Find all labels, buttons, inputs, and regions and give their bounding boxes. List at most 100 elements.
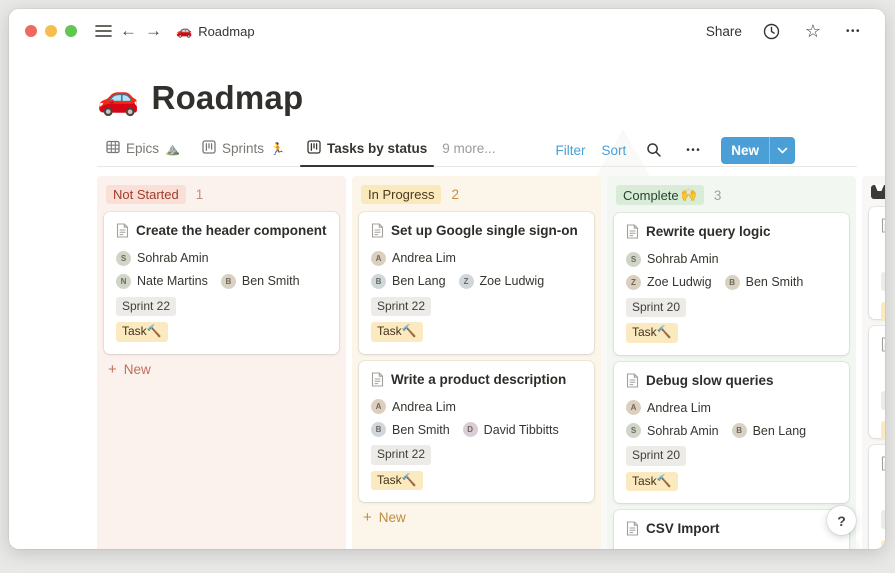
task-tag-badge[interactable]: Task🔨 (371, 470, 423, 491)
page-icon (881, 217, 885, 238)
board-column-clipped (862, 176, 885, 549)
sprint-row (881, 390, 885, 415)
tab-emoji: ⛰️ (165, 141, 180, 156)
card-title-text: CSV Import (646, 521, 720, 537)
sprint-row: Sprint 22 (371, 296, 582, 317)
share-button[interactable]: Share (706, 24, 742, 39)
sprint-badge[interactable]: Sprint 22 (371, 445, 432, 465)
avatar: Z (458, 273, 474, 289)
help-button[interactable]: ? (827, 506, 856, 535)
card-title: Debug slow queries (626, 372, 837, 393)
back-icon[interactable]: ← (116, 19, 141, 43)
add-card-label: New (123, 361, 151, 377)
column-header: Not Started 1 (104, 183, 339, 212)
search-icon[interactable] (642, 140, 666, 160)
assignee-row: A Andrea Lim (371, 399, 582, 415)
history-clock-icon[interactable] (759, 21, 784, 42)
person-chip[interactable]: Z Zoe Ludwig (626, 274, 712, 290)
board-column-complete: Complete 🙌 3 Rewrite query logic S Sohrab Ami… (607, 176, 856, 549)
sprint-badge[interactable]: Sprint 20 (626, 446, 687, 466)
tab-sprints[interactable]: Sprints 🏃 (193, 134, 294, 166)
board-icon (307, 140, 321, 157)
task-card[interactable]: Debug slow queries A Andrea Lim S Sohrab Ami… (614, 361, 849, 504)
filter-button[interactable]: Filter (555, 143, 585, 158)
minimize-window-button[interactable] (45, 25, 57, 37)
task-tag-badge[interactable]: Task🔨 (116, 322, 168, 342)
sprint-badge[interactable]: Sprint 22 (371, 296, 432, 317)
task-card[interactable]: Create the header component S Sohrab Amin N… (104, 212, 339, 354)
person-chip[interactable]: S Sohrab Amin (116, 250, 209, 266)
assignee-row: A Andrea Lim (371, 250, 582, 266)
tab-tasks-by-status[interactable]: Tasks by status (298, 134, 436, 167)
status-badge[interactable]: In Progress (361, 185, 442, 204)
person-chip[interactable]: S Sohrab Amin (626, 251, 719, 267)
sort-button[interactable]: Sort (601, 143, 626, 158)
favorite-star-icon[interactable]: ☆ (801, 20, 825, 42)
breadcrumb[interactable]: 🚗 Roadmap (176, 23, 255, 39)
person-name: Andrea Lim (392, 399, 456, 414)
card-title: Write a product description (371, 371, 582, 392)
person-chip[interactable]: A Andrea Lim (371, 250, 456, 266)
task-tag-badge[interactable]: Task🔨 (371, 322, 423, 342)
person-chip[interactable]: B Ben Smith (724, 274, 803, 290)
assignee-row: B Ben Lang Z Zoe Ludwig (371, 273, 582, 289)
task-card[interactable] (869, 326, 885, 440)
chevron-down-icon[interactable] (770, 147, 795, 154)
avatar: D (462, 422, 478, 438)
person-name: Ben Smith (392, 422, 450, 437)
task-card[interactable] (869, 445, 885, 549)
close-window-button[interactable] (25, 25, 37, 37)
more-views-button[interactable]: 9 more... (436, 135, 501, 165)
person-chip[interactable]: B Ben Lang (371, 273, 446, 289)
assignee-row: Z Zoe Ludwig B Ben Smith (626, 274, 837, 290)
task-card[interactable] (869, 207, 885, 321)
tag-row: Task🔨 (371, 470, 582, 491)
task-card[interactable]: Write a product description A Andrea Lim B B… (359, 360, 594, 503)
task-card[interactable]: CSV ImportAAndrea LimBBen LangZZoe Ludwi… (614, 510, 849, 549)
add-card-button[interactable]: + New (104, 354, 339, 382)
table-icon (106, 140, 120, 157)
page-emoji-car[interactable]: 🚗 (97, 81, 140, 115)
avatar: S (626, 251, 641, 267)
person-chip[interactable]: A Andrea Lim (626, 400, 711, 416)
forward-icon[interactable]: → (141, 19, 166, 43)
add-card-label: New (378, 510, 406, 526)
card-title: Rewrite query logic (626, 223, 837, 244)
person-chip[interactable]: B Ben Smith (220, 273, 300, 289)
status-badge-label: Complete (623, 187, 679, 203)
person-chip[interactable]: B Ben Smith (371, 422, 450, 438)
person-chip[interactable]: A Andrea Lim (371, 399, 456, 415)
maximize-window-button[interactable] (65, 25, 77, 37)
person-chip[interactable]: D David Tibbitts (462, 422, 559, 438)
status-badge[interactable]: Not Started (106, 185, 186, 204)
tab-epics[interactable]: Epics ⛰️ (97, 134, 189, 166)
avatar: S (626, 423, 641, 439)
sprint-badge[interactable]: Sprint 20 (626, 297, 687, 318)
person-chip[interactable]: N Nate Martins (116, 273, 208, 289)
task-card[interactable]: Rewrite query logic S Sohrab Amin Z Zoe Ludw… (614, 213, 849, 355)
more-options-icon[interactable]: ••• (842, 24, 865, 39)
plus-icon: + (363, 509, 372, 527)
column-count: 2 (451, 187, 459, 202)
task-tag-badge[interactable]: Task🔨 (626, 323, 678, 343)
view-options-icon[interactable]: ••• (682, 143, 705, 158)
person-name: Zoe Ludwig (647, 275, 712, 290)
task-card[interactable]: Set up Google single sign-on A Andrea Lim B… (359, 212, 594, 354)
person-chip[interactable]: S Sohrab Amin (626, 423, 719, 439)
column-cards: Create the header component S Sohrab Amin N… (104, 212, 339, 354)
person-name: Sohrab Amin (647, 252, 719, 267)
sprint-badge[interactable]: Sprint 22 (116, 296, 177, 317)
status-badge[interactable]: Complete 🙌 (616, 185, 704, 205)
board-toolbar: Filter Sort ••• New (555, 136, 795, 164)
new-button[interactable]: New (721, 136, 795, 164)
sidebar-menu-icon[interactable] (91, 22, 116, 40)
assignee-row: A Andrea Lim (626, 400, 837, 416)
avatar: A (371, 399, 386, 415)
avatar: B (220, 273, 236, 289)
sprint-row: Sprint 20 (626, 446, 837, 466)
add-card-button[interactable]: + New (359, 502, 594, 530)
task-tag-badge[interactable]: Task🔨 (626, 471, 678, 492)
tab-label: Tasks by status (326, 141, 428, 156)
person-chip[interactable]: B Ben Lang (731, 423, 806, 439)
person-chip[interactable]: Z Zoe Ludwig (458, 273, 544, 289)
